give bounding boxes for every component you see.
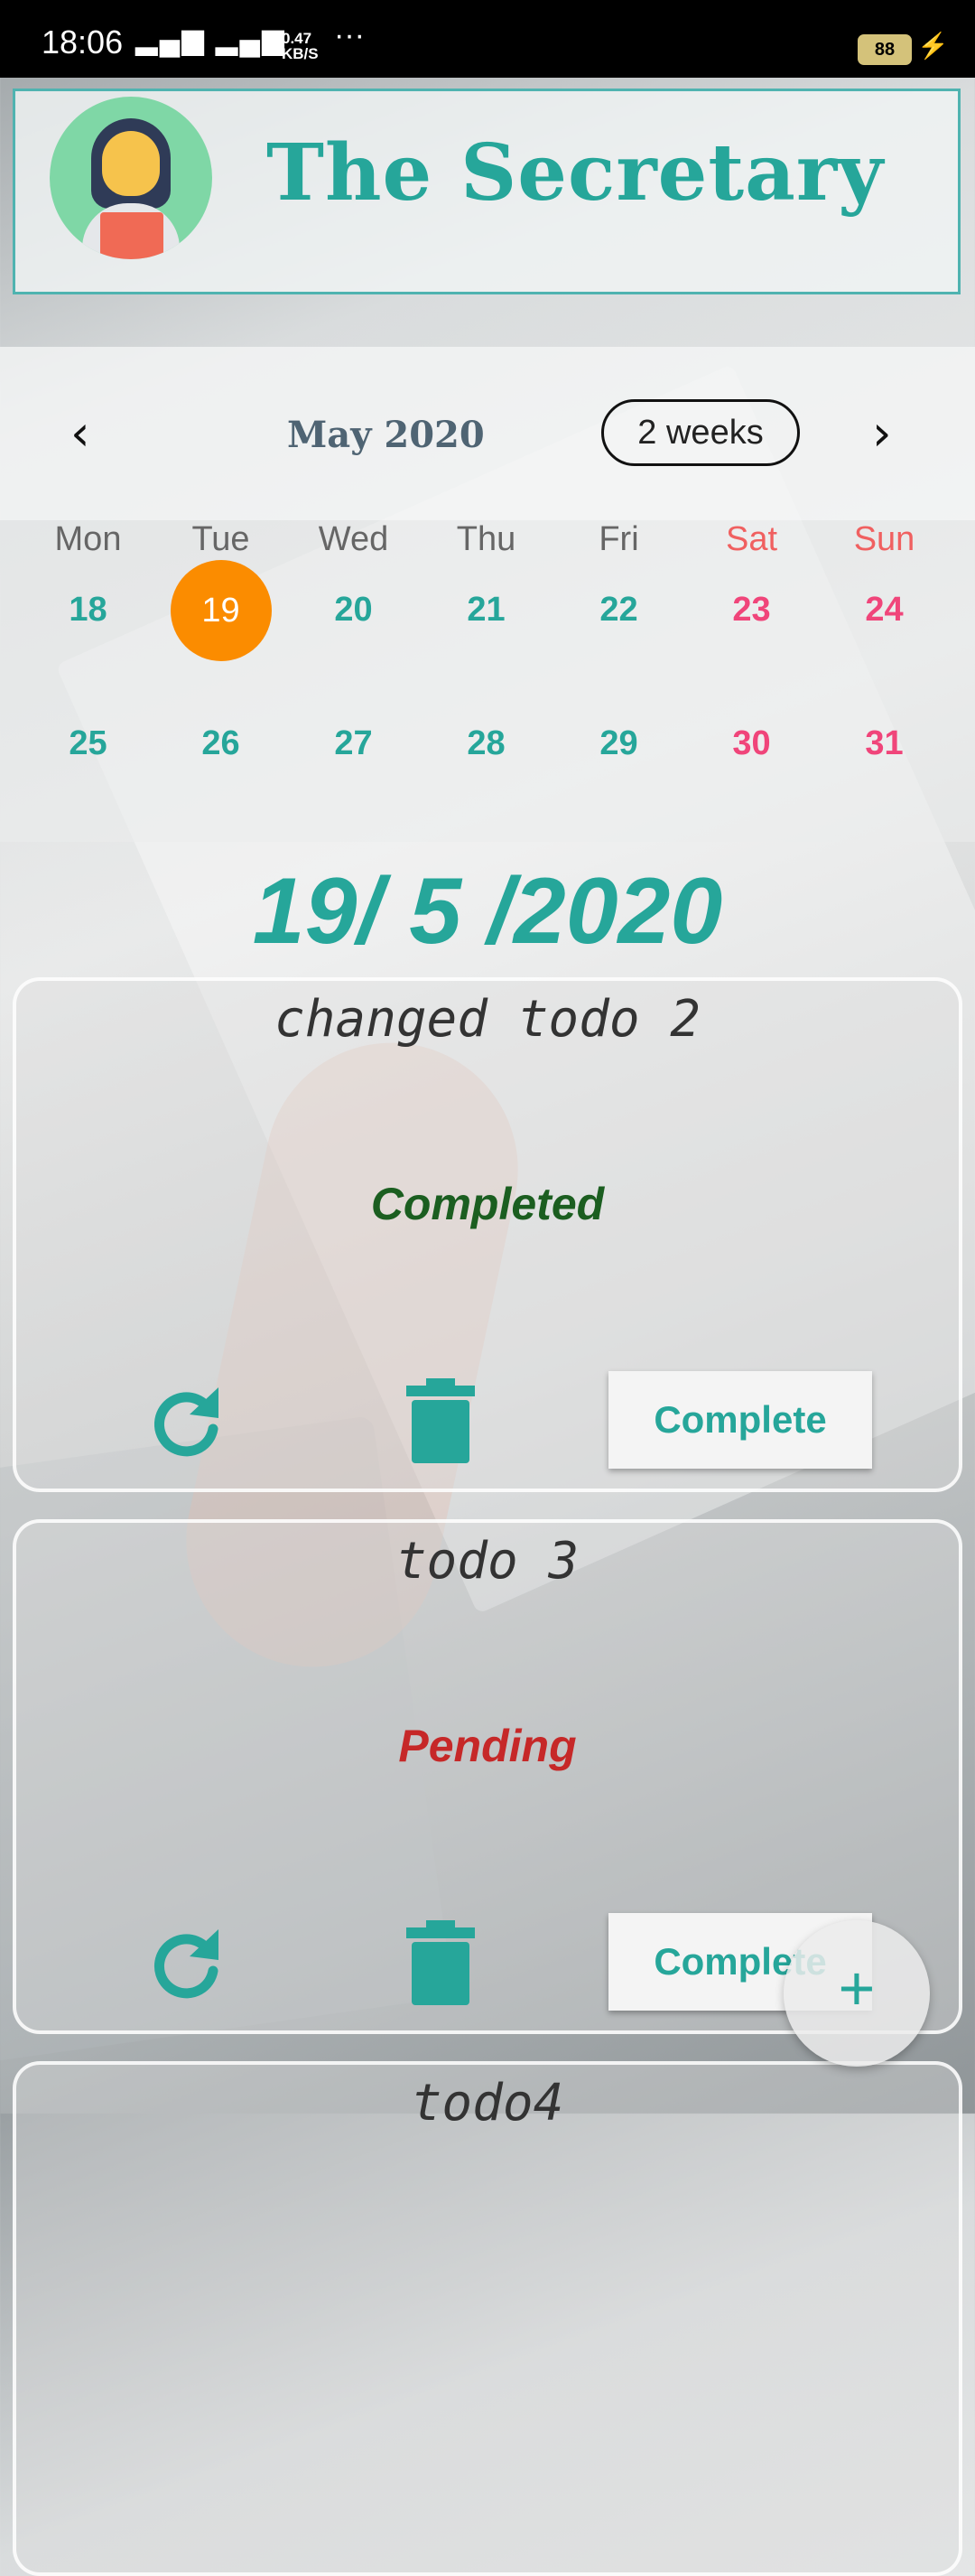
calendar-day[interactable]: 30 [685, 694, 818, 793]
app-header: The Secretary [13, 89, 961, 294]
avatar-laptop [100, 212, 163, 259]
trash-icon[interactable] [404, 1378, 477, 1463]
calendar-day[interactable]: 22 [552, 560, 685, 659]
more-icon: ··· [334, 18, 365, 52]
calendar-grid: Mon Tue Wed Thu Fri Sat Sun 18 19 20 21 … [0, 520, 975, 842]
calendar-format-button[interactable]: 2 weeks [601, 399, 800, 466]
status-bar: 18:06 ▂▄▆ ▂▄▆ 0.47 KB/S ··· 88 ⚡ [0, 0, 975, 78]
calendar-day[interactable]: 23 [685, 560, 818, 659]
todo-card: todo4 [13, 2061, 962, 2576]
selected-day-label: 19 [170, 560, 272, 661]
calendar-day[interactable]: 24 [818, 560, 951, 659]
weekday-sat: Sat [725, 520, 778, 558]
weekday-thu: Thu [456, 520, 516, 558]
weekday-mon: Mon [54, 520, 122, 558]
complete-button[interactable]: Complete [608, 1371, 872, 1469]
calendar-day[interactable]: 20 [287, 560, 420, 659]
selected-date-heading: 19/ 5 /2020 [252, 859, 723, 964]
calendar-day[interactable]: 18 [22, 560, 154, 659]
redo-icon[interactable] [143, 1920, 229, 2007]
chevron-left-icon[interactable]: ‹ [70, 405, 90, 462]
calendar-day[interactable]: 21 [420, 560, 552, 659]
charging-icon: ⚡ [917, 32, 949, 60]
weekday-fri: Fri [599, 520, 639, 558]
redo-icon[interactable] [143, 1378, 229, 1465]
add-todo-button[interactable]: + [784, 1920, 930, 2067]
avatar-face [102, 131, 160, 196]
calendar-day-selected[interactable]: 19 [154, 560, 287, 661]
network-speed-unit: KB/S [282, 45, 319, 62]
weekday-tue: Tue [191, 520, 250, 558]
battery-icon: 88 [858, 34, 912, 65]
calendar-day[interactable]: 26 [154, 694, 287, 793]
secretary-avatar [50, 97, 212, 259]
todo-title: changed todo 2 [274, 990, 701, 1049]
calendar-header: ‹ May 2020 2 weeks › [0, 347, 975, 520]
weekday-wed: Wed [318, 520, 389, 558]
calendar-day[interactable]: 29 [552, 694, 685, 793]
calendar-day[interactable]: 27 [287, 694, 420, 793]
todo-title: todo 3 [395, 1532, 580, 1591]
todo-title: todo4 [411, 2074, 564, 2133]
signal-icon: ▂▄▆ ▂▄▆ [135, 23, 286, 55]
todo-status: Completed [370, 1179, 605, 1229]
month-label[interactable]: May 2020 [287, 414, 485, 456]
trash-icon[interactable] [404, 1920, 477, 2005]
calendar-day[interactable]: 28 [420, 694, 552, 793]
todo-status: Pending [398, 1721, 577, 1771]
chevron-right-icon[interactable]: › [872, 405, 892, 462]
status-time: 18:06 [42, 23, 124, 61]
weekday-sun: Sun [853, 520, 915, 558]
app-title: The Secretary [266, 127, 885, 219]
calendar-day[interactable]: 31 [818, 694, 951, 793]
todo-card: changed todo 2 Completed Complete [13, 977, 962, 1492]
network-speed: 0.47 KB/S [282, 31, 319, 61]
calendar-day[interactable]: 25 [22, 694, 154, 793]
